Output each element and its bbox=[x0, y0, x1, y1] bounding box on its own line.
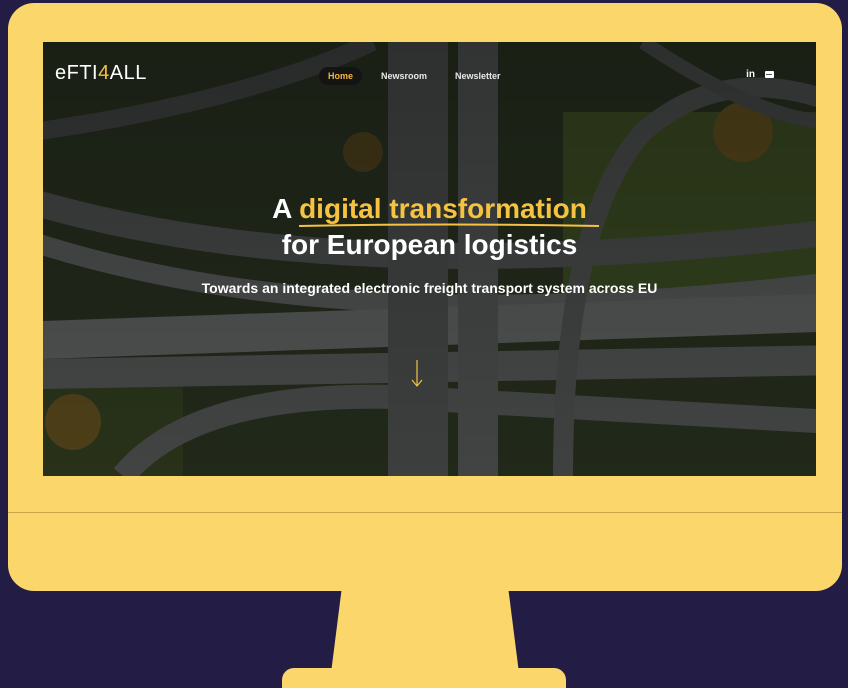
headline-highlight: digital transformation bbox=[299, 193, 600, 227]
hero-headline-line2: for European logistics bbox=[281, 229, 578, 260]
monitor-stand-base bbox=[282, 668, 566, 688]
monitor-chin-divider bbox=[8, 512, 842, 513]
arrow-down-icon[interactable] bbox=[411, 360, 423, 388]
nav-item-newsletter[interactable]: Newsletter bbox=[446, 67, 510, 85]
website-screen: eFTI4ALL Home Newsroom Newsletter in A d… bbox=[43, 42, 816, 476]
logo-prefix: eFTI bbox=[55, 62, 99, 84]
nav-item-home[interactable]: Home bbox=[319, 67, 363, 85]
nav-menu: Home Newsroom Newsletter bbox=[319, 67, 510, 85]
logo-suffix: ALL bbox=[109, 62, 147, 84]
site-navbar: eFTI4ALL Home Newsroom Newsletter in bbox=[43, 42, 816, 102]
hero-subline: Towards an integrated electronic freight… bbox=[201, 280, 658, 296]
efti4all-logo[interactable]: eFTI4ALL bbox=[55, 62, 147, 85]
logo-number: 4 bbox=[98, 62, 110, 84]
hero-headline-line1: A digital transformation bbox=[43, 192, 816, 227]
headline-highlight-text: digital transformation bbox=[299, 193, 587, 224]
highlight-underline bbox=[299, 223, 600, 227]
mail-icon[interactable] bbox=[765, 71, 774, 78]
hero-section: A digital transformation for European lo… bbox=[43, 192, 816, 296]
social-links: in bbox=[746, 69, 774, 80]
nav-item-newsroom[interactable]: Newsroom bbox=[372, 67, 436, 85]
headline-prefix: A bbox=[272, 193, 300, 224]
linkedin-icon[interactable]: in bbox=[746, 69, 755, 80]
